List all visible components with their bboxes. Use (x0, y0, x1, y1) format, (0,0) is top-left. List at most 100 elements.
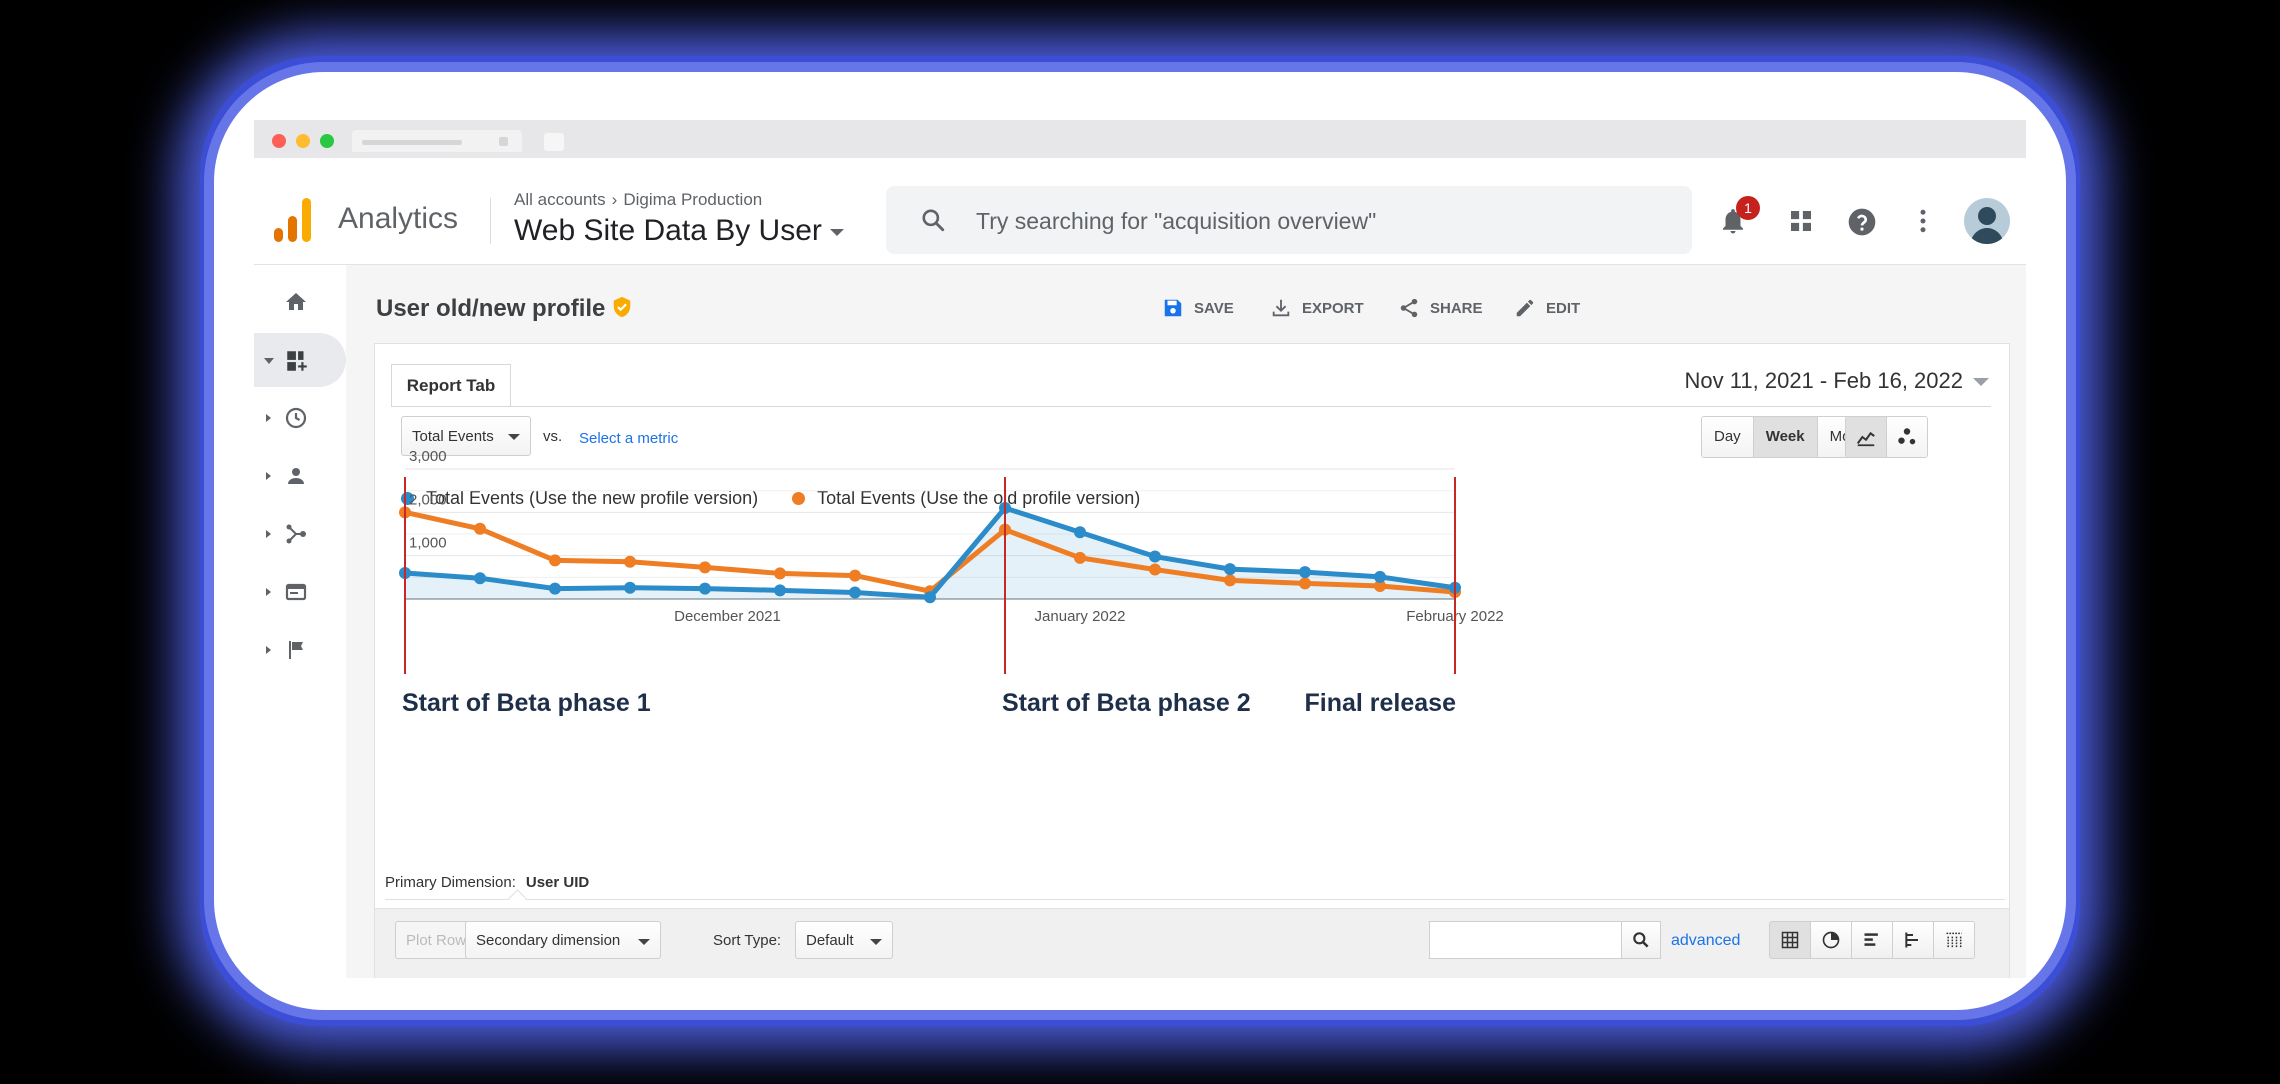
data-point-new-profile (699, 582, 711, 595)
edit-button[interactable]: EDIT (1514, 297, 1580, 319)
expand-arrow-icon (266, 530, 271, 538)
data-point-new-profile (1374, 570, 1386, 583)
pie-chart-icon (1822, 931, 1840, 949)
main-content: User old/new profile SAVE EXPORT SHARE E… (346, 265, 2026, 978)
export-label: EXPORT (1302, 299, 1364, 317)
table-view-button[interactable] (1770, 922, 1811, 958)
minimize-window-button[interactable] (296, 134, 310, 148)
notification-badge: 1 (1736, 196, 1760, 220)
dashboard-icon (287, 351, 307, 371)
help-icon[interactable] (1846, 206, 1878, 238)
export-button[interactable]: EXPORT (1270, 297, 1364, 319)
dimension-divider (385, 899, 2005, 900)
events-line-chart: 3,000 2,000 1,000 December 2021 January 2022… (399, 448, 1504, 717)
comparison-view-button[interactable] (1893, 922, 1934, 958)
data-point-old-profile (474, 522, 486, 535)
sidebar-item-conversions[interactable] (254, 623, 346, 677)
caret-down-icon (870, 939, 882, 945)
analytics-logo-icon[interactable] (274, 198, 314, 242)
report-title-wrap: User old/new profile (376, 295, 633, 323)
performance-view-button[interactable] (1852, 922, 1893, 958)
y-tick-label: 2,000 (409, 491, 447, 508)
secondary-dimension-select[interactable]: Secondary dimension (465, 921, 661, 959)
verified-shield-icon (614, 296, 631, 318)
dimension-pointer (508, 889, 527, 908)
breadcrumb-property[interactable]: Digima Production (623, 190, 762, 209)
breadcrumb[interactable]: All accounts › Digima Production (514, 190, 762, 210)
data-point-new-profile (1149, 550, 1161, 563)
more-vert-icon[interactable] (1908, 206, 1938, 236)
expand-arrow-icon (266, 414, 271, 422)
person-icon (288, 468, 304, 484)
data-point-old-profile (699, 561, 711, 574)
app-header: Analytics All accounts › Digima Production… (254, 180, 2026, 265)
edit-label: EDIT (1546, 299, 1581, 317)
sort-type-value: Default (806, 932, 854, 949)
account-avatar[interactable] (1964, 198, 2010, 244)
primary-dimension: Primary Dimension: User UID (385, 874, 589, 891)
share-label: SHARE (1430, 299, 1483, 317)
table-search-input[interactable] (1429, 921, 1661, 959)
primary-dimension-value[interactable]: User UID (526, 874, 589, 891)
data-point-new-profile (549, 582, 561, 595)
view-name: Web Site Data By User (514, 214, 822, 247)
sidebar-item-audience[interactable] (254, 449, 346, 503)
pivot-view-button[interactable] (1934, 922, 1974, 958)
browser-window: Analytics All accounts › Digima Production… (254, 120, 2026, 978)
share-icon (1400, 298, 1418, 318)
advanced-link[interactable]: advanced (1671, 932, 1740, 950)
table-view-toggle (1769, 921, 1975, 959)
milestone-label: Start of Beta phase 1 (402, 689, 651, 717)
sort-type-label: Sort Type: (713, 932, 782, 949)
data-point-new-profile (1074, 526, 1086, 539)
milestone-label: Start of Beta phase 2 (1002, 689, 1251, 717)
maximize-window-button[interactable] (320, 134, 334, 148)
data-point-old-profile (1074, 551, 1086, 564)
save-button[interactable]: SAVE (1162, 297, 1234, 319)
data-point-new-profile (624, 581, 636, 594)
share-button[interactable]: SHARE (1398, 297, 1483, 319)
caret-down-icon (829, 228, 844, 236)
data-point-old-profile (774, 567, 786, 580)
apps-grid-icon[interactable] (1786, 206, 1816, 236)
sidebar-item-customization[interactable] (254, 333, 346, 387)
x-axis-label: December 2021 (674, 608, 781, 625)
search-icon (1633, 932, 1649, 948)
chevron-right-icon: › (611, 190, 618, 209)
view-selector[interactable]: Web Site Data By User (514, 214, 844, 248)
pivot-table-icon (1946, 932, 1962, 948)
sidebar-item-realtime[interactable] (254, 391, 346, 445)
search-bar[interactable] (886, 186, 1692, 254)
search-input[interactable] (974, 204, 1658, 238)
behavior-icon (285, 583, 307, 601)
sidebar-item-acquisition[interactable] (254, 507, 346, 561)
data-point-old-profile (849, 569, 861, 582)
breadcrumb-account[interactable]: All accounts (514, 190, 606, 209)
data-point-old-profile (549, 554, 561, 567)
app-name: Analytics (338, 202, 459, 235)
report-card: Report Tab Nov 11, 2021 - Feb 16, 2022 T… (374, 343, 2010, 978)
table-search-button[interactable] (1621, 922, 1660, 958)
search-icon (922, 209, 945, 232)
secondary-dimension-label: Secondary dimension (476, 932, 621, 949)
data-point-new-profile (1299, 566, 1311, 579)
data-point-old-profile (1149, 563, 1161, 576)
header-divider (490, 198, 491, 244)
pie-view-button[interactable] (1811, 922, 1852, 958)
flag-icon (289, 641, 303, 659)
bar-list-icon (1864, 933, 1878, 946)
save-label: SAVE (1194, 299, 1234, 317)
new-tab-button[interactable] (544, 133, 564, 151)
browser-tab-bar (254, 120, 2026, 158)
table-toolbar: Plot Rows Secondary dimension Sort Type:… (375, 908, 2009, 978)
left-nav (254, 265, 346, 978)
browser-tab[interactable] (352, 130, 522, 152)
close-window-button[interactable] (272, 134, 286, 148)
sidebar-item-behavior[interactable] (254, 565, 346, 619)
comparison-icon (1905, 932, 1918, 948)
y-tick-label: 1,000 (409, 535, 447, 552)
acquisition-icon (286, 524, 306, 544)
clock-icon (285, 407, 307, 429)
sort-type-select[interactable]: Default (795, 921, 893, 959)
sidebar-item-home[interactable] (254, 275, 346, 329)
